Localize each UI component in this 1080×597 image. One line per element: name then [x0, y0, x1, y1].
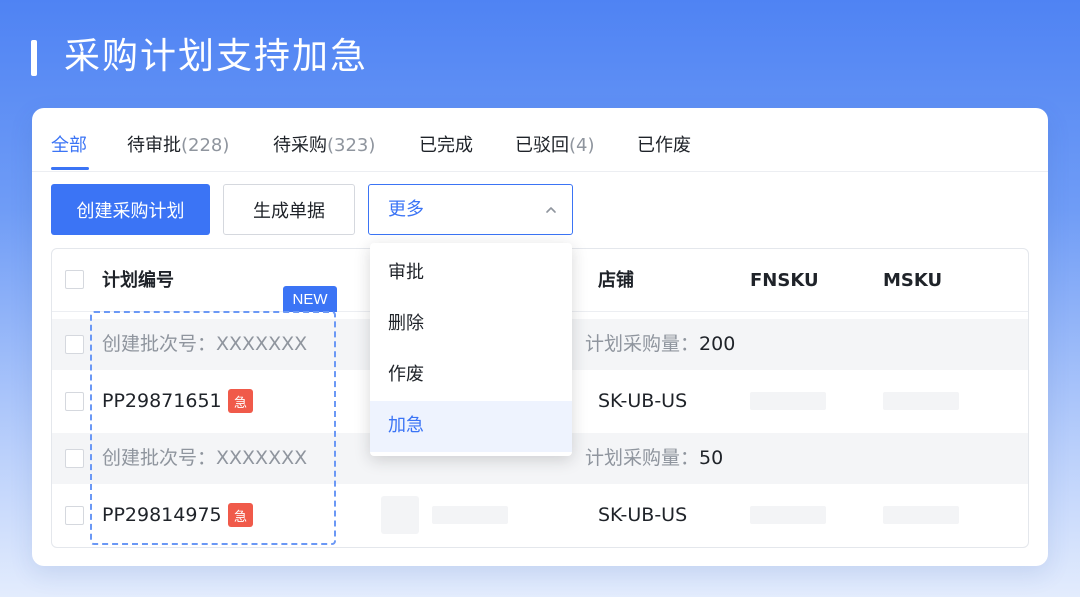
batch-number: 创建批次号：XXXXXXX — [102, 333, 308, 355]
urgent-badge: 急 — [228, 389, 253, 413]
tab-pending-purchase[interactable]: 待采购(323) — [273, 134, 375, 158]
planned-quantity: 计划采购量：200 — [585, 333, 736, 355]
tab-all[interactable]: 全部 — [51, 134, 87, 158]
more-actions-label: 更多 — [388, 199, 424, 220]
batch-checkbox[interactable] — [65, 449, 84, 468]
plan-number: PP29871651 — [102, 390, 222, 412]
store-name: SK-UB-US — [598, 390, 688, 412]
chevron-up-icon — [546, 207, 556, 213]
active-tab-indicator — [51, 167, 89, 170]
store-name: SK-UB-US — [598, 504, 688, 526]
header-msku: MSKU — [883, 270, 943, 291]
table-row[interactable]: PP29814975 急 SK-UB-US — [52, 490, 1028, 541]
more-actions-dropdown: 审批 删除 作废 加急 — [370, 243, 572, 456]
fnsku-placeholder — [750, 506, 826, 524]
urgent-badge: 急 — [228, 503, 253, 527]
tab-rejected[interactable]: 已驳回(4) — [515, 134, 595, 158]
row-checkbox[interactable] — [65, 506, 84, 525]
product-name-placeholder — [432, 506, 508, 524]
msku-placeholder — [883, 392, 959, 410]
menu-item-approve[interactable]: 审批 — [370, 248, 572, 299]
row-checkbox[interactable] — [65, 392, 84, 411]
plan-number: PP29814975 — [102, 504, 222, 526]
tab-pending-approval[interactable]: 待审批(228) — [127, 134, 229, 158]
menu-item-expedite[interactable]: 加急 — [370, 401, 572, 452]
menu-item-void[interactable]: 作废 — [370, 350, 572, 401]
screen: 采购计划支持加急 全部 待审批(228) 待采购(323) 已完成 已驳回(4)… — [0, 0, 1080, 597]
tab-completed[interactable]: 已完成 — [419, 134, 473, 158]
product-image-placeholder — [381, 496, 419, 534]
status-tabs: 全部 待审批(228) 待采购(323) 已完成 已驳回(4) 已作废 — [32, 108, 1048, 172]
title-accent-bar — [31, 40, 37, 76]
menu-item-delete[interactable]: 删除 — [370, 299, 572, 350]
tab-voided[interactable]: 已作废 — [637, 134, 691, 158]
header-fnsku: FNSKU — [750, 270, 819, 291]
batch-number: 创建批次号：XXXXXXX — [102, 447, 308, 469]
page-title: 采购计划支持加急 — [64, 36, 369, 77]
fnsku-placeholder — [750, 392, 826, 410]
generate-documents-button[interactable]: 生成单据 — [223, 184, 355, 235]
more-actions-select[interactable]: 更多 — [368, 184, 573, 235]
select-all-checkbox[interactable] — [65, 270, 84, 289]
create-purchase-plan-button[interactable]: 创建采购计划 — [51, 184, 210, 235]
msku-placeholder — [883, 506, 959, 524]
header-plan-no: 计划编号 — [102, 270, 174, 291]
header-store: 店铺 — [598, 270, 634, 291]
new-badge: NEW — [283, 286, 337, 312]
purchase-plan-card: 全部 待审批(228) 待采购(323) 已完成 已驳回(4) 已作废 创建采购… — [32, 108, 1048, 566]
planned-quantity: 计划采购量：50 — [585, 447, 724, 469]
batch-checkbox[interactable] — [65, 335, 84, 354]
